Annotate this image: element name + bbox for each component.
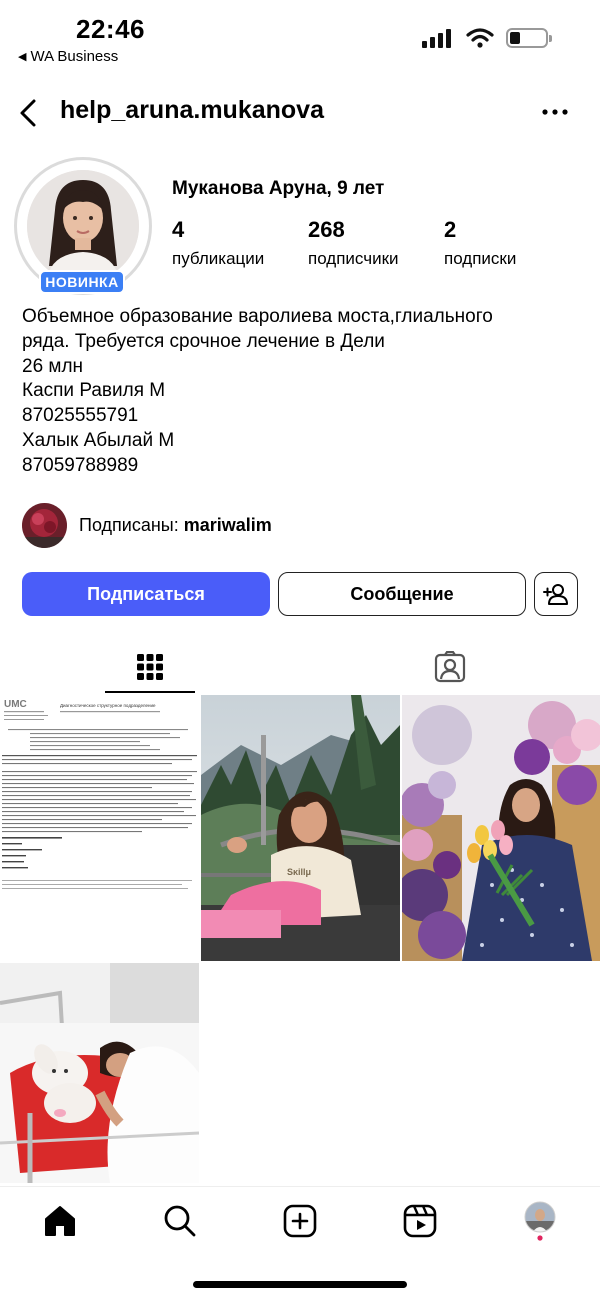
message-button[interactable]: Сообщение — [278, 572, 526, 616]
bio-line: ряда. Требуется срочное лечение в Дели — [22, 330, 385, 352]
bio-line: Объемное образование варолиева моста,гли… — [22, 306, 493, 327]
bio-line: 87025555791 — [22, 405, 139, 427]
profile-avatar-icon — [524, 1201, 556, 1241]
add-post-icon — [283, 1204, 317, 1238]
tagged-person-icon — [434, 651, 466, 683]
profile-stats: 4 публикации 268 подписчики 2 подписки — [172, 216, 516, 270]
document-title: Диагностическое структурное подразделени… — [60, 703, 156, 708]
active-tab-indicator — [105, 691, 195, 693]
bio-line: 26 млн — [22, 355, 84, 377]
add-person-icon — [543, 584, 568, 605]
back-arrow-icon: ◀ — [18, 51, 27, 63]
profile-header: help_aruna.mukanova — [0, 86, 600, 140]
stat-followers[interactable]: 268 подписчики — [308, 216, 444, 270]
status-icons — [422, 28, 552, 48]
svg-text:Sκillμ: Sκillμ — [287, 867, 311, 877]
status-bar: 22:46 ◀ WA Business — [0, 0, 600, 72]
nav-reels[interactable] — [400, 1201, 440, 1241]
stat-following-label: подписки — [444, 249, 517, 268]
post-thumbnail-tulips[interactable] — [402, 695, 600, 961]
followed-by-text: Подписаны: mariwalim — [79, 515, 272, 536]
nav-home[interactable] — [40, 1201, 80, 1241]
signal-icon — [422, 29, 451, 48]
profile-actions: Подписаться Сообщение — [22, 572, 582, 616]
post-thumbnail-document[interactable]: UMC Диагностическое структурное подразде… — [0, 695, 199, 961]
profile-username: help_aruna.mukanova — [60, 96, 324, 124]
back-app-label: WA Business — [30, 48, 119, 65]
back-chevron-icon[interactable] — [14, 96, 44, 130]
follower-avatar — [22, 503, 67, 548]
suggest-people-button[interactable] — [534, 572, 578, 616]
profile-full-name: Муканова Аруна, 9 лет — [172, 178, 385, 199]
bio-line: 87059788989 — [22, 454, 139, 476]
home-indicator[interactable] — [193, 1281, 407, 1288]
nav-create[interactable] — [280, 1201, 320, 1241]
follow-button[interactable]: Подписаться — [22, 572, 270, 616]
stat-following-count: 2 — [444, 217, 457, 242]
grid-icon — [137, 654, 163, 680]
status-time: 22:46 — [76, 14, 145, 44]
post-thumbnail-cablecar[interactable]: Sκillμ — [201, 695, 400, 961]
more-options-icon[interactable] — [540, 100, 570, 124]
content-tabs — [0, 640, 600, 694]
bottom-navigation — [0, 1186, 600, 1256]
followed-by-prefix: Подписаны: — [79, 515, 184, 535]
battery-icon — [506, 28, 552, 48]
wifi-icon — [466, 28, 494, 48]
new-badge: НОВИНКА — [39, 270, 125, 294]
stat-posts-count: 4 — [172, 217, 185, 242]
search-icon — [164, 1205, 196, 1237]
bio-line: Халык Абылай М — [22, 429, 175, 451]
tab-tagged[interactable] — [300, 640, 600, 694]
profile-bio: Объемное образование варолиева моста,гли… — [22, 305, 582, 479]
document-logo: UMC — [4, 699, 27, 710]
nav-profile[interactable] — [520, 1201, 560, 1241]
notification-dot — [537, 1235, 543, 1241]
nav-search[interactable] — [160, 1201, 200, 1241]
stat-following[interactable]: 2 подписки — [444, 216, 516, 270]
post-thumbnail-hospital[interactable] — [0, 963, 199, 1183]
home-icon — [45, 1206, 75, 1236]
back-to-app-link[interactable]: ◀ WA Business — [18, 48, 118, 65]
followed-by[interactable]: Подписаны: mariwalim — [22, 503, 272, 548]
profile-avatar — [27, 170, 139, 282]
stat-posts[interactable]: 4 публикации — [172, 216, 308, 270]
bio-line: Каспи Равиля М — [22, 380, 166, 402]
reels-icon — [403, 1204, 437, 1238]
stat-followers-label: подписчики — [308, 249, 399, 268]
tab-posts-grid[interactable] — [0, 640, 300, 694]
followed-by-user[interactable]: mariwalim — [184, 515, 272, 535]
stat-posts-label: публикации — [172, 249, 265, 268]
stat-followers-count: 268 — [308, 217, 345, 242]
